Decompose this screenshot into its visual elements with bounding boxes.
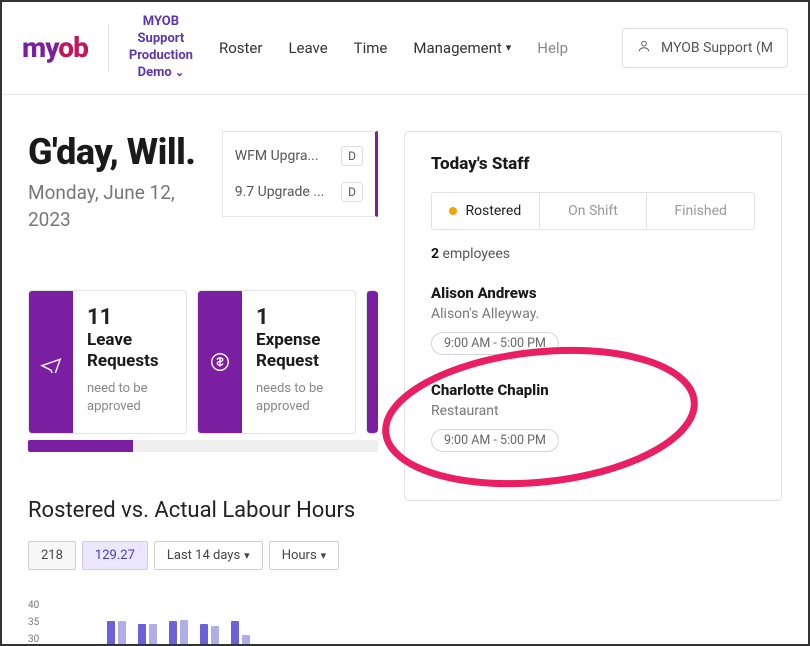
labour-hours-chart: 40 35 30 xyxy=(28,600,378,646)
chart-bar xyxy=(149,624,157,646)
org-line: Production xyxy=(129,48,193,65)
chart-bar xyxy=(180,620,188,646)
user-menu[interactable]: MYOB Support (M xyxy=(622,28,788,68)
staff-location: Alison's Alleyway. xyxy=(431,306,755,322)
card-expense-request[interactable]: 1 Expense Request needs to be approved xyxy=(197,290,356,434)
card-subtitle: needs to be approved xyxy=(256,380,341,416)
caret-down-icon: ▾ xyxy=(244,549,250,562)
range-picker[interactable]: Last 14 days ▾ xyxy=(154,541,263,570)
notification-status: D xyxy=(341,182,363,202)
notification-status: D xyxy=(341,146,363,166)
top-nav: myob MYOB Support Production Demo ⌄ Rost… xyxy=(2,2,808,95)
myob-logo: myob xyxy=(22,31,88,64)
tab-finished[interactable]: Finished xyxy=(646,193,754,229)
metric-rostered[interactable]: 218 xyxy=(28,541,76,570)
employee-count: 2 employees xyxy=(431,246,755,262)
chevron-down-icon: ⌄ xyxy=(175,66,184,79)
card-title: Leave Requests xyxy=(87,330,172,373)
staff-location: Restaurant xyxy=(431,403,755,419)
org-switcher[interactable]: MYOB Support Production Demo ⌄ xyxy=(129,14,193,82)
chart-bar xyxy=(211,626,219,646)
greeting-title: G'day, Will. xyxy=(28,131,204,173)
card-leave-requests[interactable]: 11 Leave Requests need to be approved xyxy=(28,290,187,434)
chart-bar xyxy=(200,624,208,646)
org-line: MYOB xyxy=(143,14,179,31)
staff-name: Charlotte Chaplin xyxy=(431,381,755,399)
chart-bar xyxy=(169,621,177,646)
notification-label: WFM Upgra... xyxy=(235,148,319,164)
staff-name: Alison Andrews xyxy=(431,284,755,302)
unit-picker[interactable]: Hours ▾ xyxy=(269,541,340,570)
tab-rostered[interactable]: Rostered xyxy=(432,193,539,229)
caret-down-icon: ▾ xyxy=(321,549,327,562)
nav-help[interactable]: Help xyxy=(537,39,568,57)
notification-row[interactable]: 9.7 Upgrade ... D xyxy=(223,174,375,210)
plane-icon xyxy=(29,291,73,433)
nav-links: Roster Leave Time Management ▾ Help xyxy=(219,39,568,57)
staff-heading: Today's Staff xyxy=(431,154,755,174)
staff-tabs: Rostered On Shift Finished xyxy=(431,192,755,230)
chart-bar xyxy=(118,621,126,646)
card-icon xyxy=(367,291,378,433)
chart-bar xyxy=(138,624,146,646)
chart-filters: 218 129.27 Last 14 days ▾ Hours ▾ xyxy=(28,541,378,570)
chart-section-title: Rostered vs. Actual Labour Hours xyxy=(28,498,378,523)
card-subtitle: need to be approved xyxy=(87,380,172,416)
divider xyxy=(108,24,109,72)
notification-row[interactable]: WFM Upgra... D xyxy=(223,138,375,174)
staff-shift-time: 9:00 AM - 5:00 PM xyxy=(431,429,559,452)
chart-y-axis: 40 35 30 xyxy=(28,600,39,645)
chart-bar xyxy=(107,621,115,646)
card-next-peek[interactable] xyxy=(366,290,378,434)
staff-shift-time: 9:00 AM - 5:00 PM xyxy=(431,332,559,355)
caret-down-icon: ▾ xyxy=(506,41,512,54)
cards-scroll-indicator xyxy=(28,440,378,452)
nav-roster[interactable]: Roster xyxy=(219,39,262,57)
staff-item[interactable]: Charlotte Chaplin Restaurant 9:00 AM - 5… xyxy=(431,381,755,452)
tab-on-shift[interactable]: On Shift xyxy=(539,193,647,229)
card-title: Expense Request xyxy=(256,330,341,373)
metric-actual[interactable]: 129.27 xyxy=(82,541,148,570)
chart-bars xyxy=(54,620,259,646)
dashboard-cards: 11 Leave Requests need to be approved 1 … xyxy=(28,290,378,434)
staff-item[interactable]: Alison Andrews Alison's Alleyway. 9:00 A… xyxy=(431,284,755,355)
nav-leave[interactable]: Leave xyxy=(288,39,327,57)
nav-time[interactable]: Time xyxy=(354,39,388,57)
card-count: 11 xyxy=(87,305,172,330)
notification-panel: WFM Upgra... D 9.7 Upgrade ... D xyxy=(222,131,378,217)
notification-label: 9.7 Upgrade ... xyxy=(235,184,325,200)
org-line: Demo ⌄ xyxy=(138,65,185,82)
chart-bar xyxy=(242,635,250,646)
card-count: 1 xyxy=(256,305,341,330)
chart-bar xyxy=(231,621,239,646)
org-line: Support xyxy=(138,31,185,48)
nav-management[interactable]: Management ▾ xyxy=(413,39,511,57)
user-icon xyxy=(637,39,651,57)
todays-staff-panel: Today's Staff Rostered On Shift Finished… xyxy=(404,131,782,501)
greeting-date: Monday, June 12, 2023 xyxy=(28,179,204,234)
user-label: MYOB Support (M xyxy=(661,40,773,56)
dollar-icon xyxy=(198,291,242,433)
